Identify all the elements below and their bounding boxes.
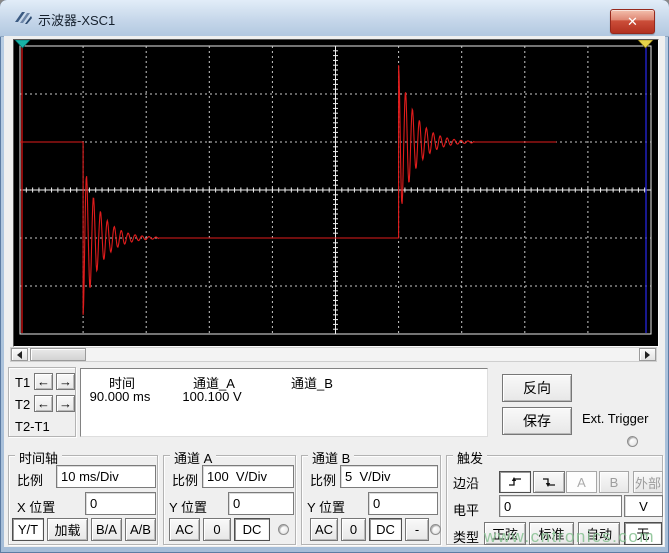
trigger-source-ext-button[interactable]: 外部 (633, 471, 663, 493)
left-arrow-icon: ← (37, 396, 50, 411)
oscilloscope-window: 示波器-XSC1 ✕ T1 ← → T2 ← → T2-T1 时间 通道_A 通… (0, 0, 669, 553)
save-button[interactable]: 保存 (502, 407, 572, 435)
scroll-left-icon (13, 350, 22, 359)
close-icon: ✕ (627, 13, 638, 29)
scope-display (13, 39, 659, 347)
trigger-level-label: 电平 (453, 503, 480, 518)
t1-time-value: 90.000 ms (89, 389, 151, 404)
channel-a-scale-input[interactable]: 100 V/Div (202, 465, 294, 488)
channel-a-zero-label: 0 (213, 522, 221, 537)
scroll-right-icon (645, 350, 654, 359)
trigger-level-input[interactable]: 0 (499, 495, 622, 517)
rising-edge-icon (509, 477, 521, 486)
falling-edge-button[interactable] (533, 471, 565, 493)
ab-mode-button[interactable]: A/B (125, 518, 156, 541)
title-bar[interactable]: 示波器-XSC1 ✕ (0, 0, 669, 37)
t1-channel-a-value: 100.100 V (182, 389, 242, 404)
multisim-instrument-icon (15, 12, 32, 24)
trigger-edge-label: 边沿 (453, 476, 480, 491)
t1-label: T1 (15, 375, 31, 390)
window-title: 示波器-XSC1 (38, 13, 116, 28)
channel-b-minus-button[interactable]: - (405, 518, 429, 541)
channel-b-dc-button[interactable]: DC (369, 518, 402, 541)
channel-a-panel: 通道 A 比例 100 V/Div Y 位置 0 AC 0 DC (163, 448, 296, 545)
trigger-source-b-button[interactable]: B (599, 471, 629, 493)
channel-a-dc-button[interactable]: DC (234, 518, 270, 541)
t1-left-button[interactable]: ← (34, 373, 53, 390)
falling-edge-icon (543, 478, 555, 487)
timebase-title: 时间轴 (15, 448, 63, 467)
channel-b-scale-input[interactable]: 5 V/Div (340, 465, 438, 488)
channel-a-position-label: Y 位置 (169, 500, 208, 515)
timebase-position-input[interactable]: 0 (85, 492, 156, 515)
reverse-button-label: 反向 (523, 380, 551, 396)
channel-b-zero-button[interactable]: 0 (341, 518, 366, 541)
add-mode-label: 加载 (54, 523, 81, 538)
yt-mode-label: Y/T (17, 522, 39, 537)
ba-mode-label: B/A (96, 522, 117, 537)
trigger-source-a-label: A (577, 474, 586, 490)
left-arrow-icon: ← (37, 374, 50, 389)
horizontal-scrollbar[interactable] (10, 347, 657, 362)
channel-b-position-input[interactable]: 0 (368, 492, 438, 515)
cursor-t1-handle[interactable] (14, 39, 31, 49)
timebase-scale-label: 比例 (17, 473, 44, 488)
channel-b-panel: 通道 B 比例 5 V/Div Y 位置 0 AC 0 DC - (301, 448, 441, 545)
t2-t1-label: T2-T1 (15, 419, 50, 434)
cursor-nav-group: T1 ← → T2 ← → T2-T1 (8, 367, 76, 437)
scope-canvas (14, 39, 654, 335)
scroll-right-button[interactable] (639, 348, 656, 361)
timebase-scale-input[interactable]: 10 ms/Div (56, 465, 156, 488)
channel-a-scale-label: 比例 (172, 473, 199, 488)
right-arrow-icon: → (59, 396, 72, 411)
channel-a-zero-button[interactable]: 0 (203, 518, 231, 541)
site-watermark: www.cntronics.com (484, 527, 655, 546)
t2-label: T2 (15, 397, 31, 412)
ab-mode-label: A/B (130, 522, 151, 537)
channel-b-terminal[interactable] (430, 524, 441, 535)
channel-b-ac-button[interactable]: AC (310, 518, 338, 541)
timebase-position-label: X 位置 (17, 500, 56, 515)
measurement-readout: 时间 通道_A 通道_B 90.000 ms 100.100 V (80, 368, 488, 437)
yt-mode-button[interactable]: Y/T (12, 518, 44, 541)
channel-b-ac-label: AC (314, 522, 334, 537)
ext-trigger-terminal[interactable] (627, 436, 638, 447)
channel-b-dc-label: DC (376, 522, 395, 537)
channel-a-ac-button[interactable]: AC (169, 518, 200, 541)
trigger-type-label: 类型 (453, 530, 480, 545)
add-mode-button[interactable]: 加载 (47, 518, 88, 541)
trigger-source-b-label: B (609, 474, 619, 490)
t2-left-button[interactable]: ← (34, 395, 53, 412)
trigger-title: 触发 (453, 448, 488, 467)
save-button-label: 保存 (523, 413, 551, 429)
trigger-source-ext-label: 外部 (634, 475, 661, 491)
channel-b-scale-label: 比例 (310, 473, 337, 488)
readout-header-channel-b: 通道_B (291, 376, 333, 391)
channel-a-position-input[interactable]: 0 (228, 492, 294, 515)
t1-right-button[interactable]: → (56, 373, 75, 390)
channel-a-ac-label: AC (175, 522, 194, 537)
ba-mode-button[interactable]: B/A (91, 518, 122, 541)
channel-a-terminal[interactable] (278, 524, 289, 535)
channel-b-zero-label: 0 (349, 522, 358, 537)
reverse-button[interactable]: 反向 (502, 374, 572, 402)
close-button[interactable]: ✕ (610, 9, 655, 34)
channel-b-minus-label: - (414, 522, 420, 537)
scrollbar-thumb[interactable] (30, 348, 86, 361)
rising-edge-button[interactable] (499, 471, 531, 493)
right-arrow-icon: → (59, 374, 72, 389)
t2-right-button[interactable]: → (56, 395, 75, 412)
trigger-level-unit-select[interactable]: V (624, 495, 663, 517)
trigger-source-a-button[interactable]: A (566, 471, 597, 493)
channel-b-position-label: Y 位置 (307, 500, 346, 515)
channel-a-dc-label: DC (242, 522, 262, 537)
timebase-panel: 时间轴 比例 10 ms/Div X 位置 0 Y/T 加载 B/A A/B (8, 448, 158, 545)
ext-trigger-label: Ext. Trigger (582, 411, 649, 426)
scroll-left-button[interactable] (11, 348, 28, 361)
